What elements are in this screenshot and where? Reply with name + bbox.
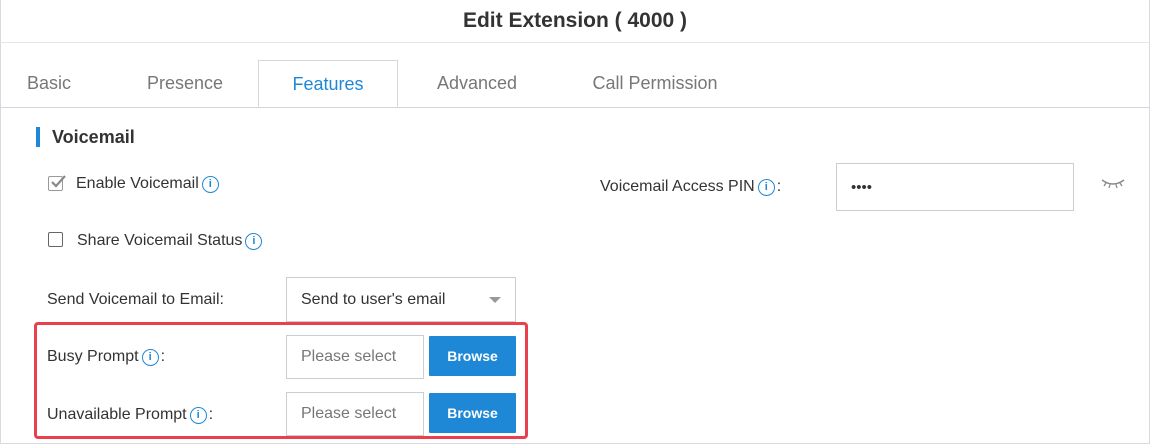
section-header-voicemail: Voicemail [36,124,135,150]
share-status-label: Share Voicemail Status [77,232,243,249]
send-email-row: Send Voicemail to Email: [47,289,224,311]
dialog-title: Edit Extension ( 4000 ) [0,0,1150,43]
checkmark-icon [51,175,66,188]
access-pin-input[interactable]: •••• [836,163,1074,211]
tab-basic[interactable]: Basic [18,60,80,107]
enable-voicemail-row: Enable Voicemail i [76,173,219,195]
access-pin-colon: : [776,178,782,195]
send-email-select[interactable]: Send to user's email [286,277,516,322]
info-icon[interactable]: i [757,178,775,196]
tab-features[interactable]: Features [258,60,398,107]
send-email-label: Send Voicemail to Email: [47,291,224,308]
tab-call-permission[interactable]: Call Permission [570,60,740,107]
info-icon[interactable]: i [201,175,219,193]
section-accent-bar [36,127,40,147]
send-email-selected: Send to user's email [301,290,446,308]
eye-closed-icon[interactable] [1100,176,1126,190]
section-title: Voicemail [52,126,135,147]
access-pin-value: •••• [851,178,873,196]
highlight-annotation-box [34,322,528,439]
tab-advanced[interactable]: Advanced [418,60,536,107]
share-status-checkbox[interactable] [48,232,63,247]
share-status-row: Share Voicemail Status i [77,230,263,252]
enable-voicemail-label: Enable Voicemail [76,175,199,192]
access-pin-row: Voicemail Access PIN i : [600,176,781,198]
tab-bar: Basic Presence Features Advanced Call Pe… [0,60,1150,108]
access-pin-label: Voicemail Access PIN [600,178,755,195]
enable-voicemail-checkbox[interactable] [48,175,66,191]
tab-presence[interactable]: Presence [130,60,240,107]
chevron-down-icon [489,296,501,303]
info-icon[interactable]: i [245,232,263,250]
